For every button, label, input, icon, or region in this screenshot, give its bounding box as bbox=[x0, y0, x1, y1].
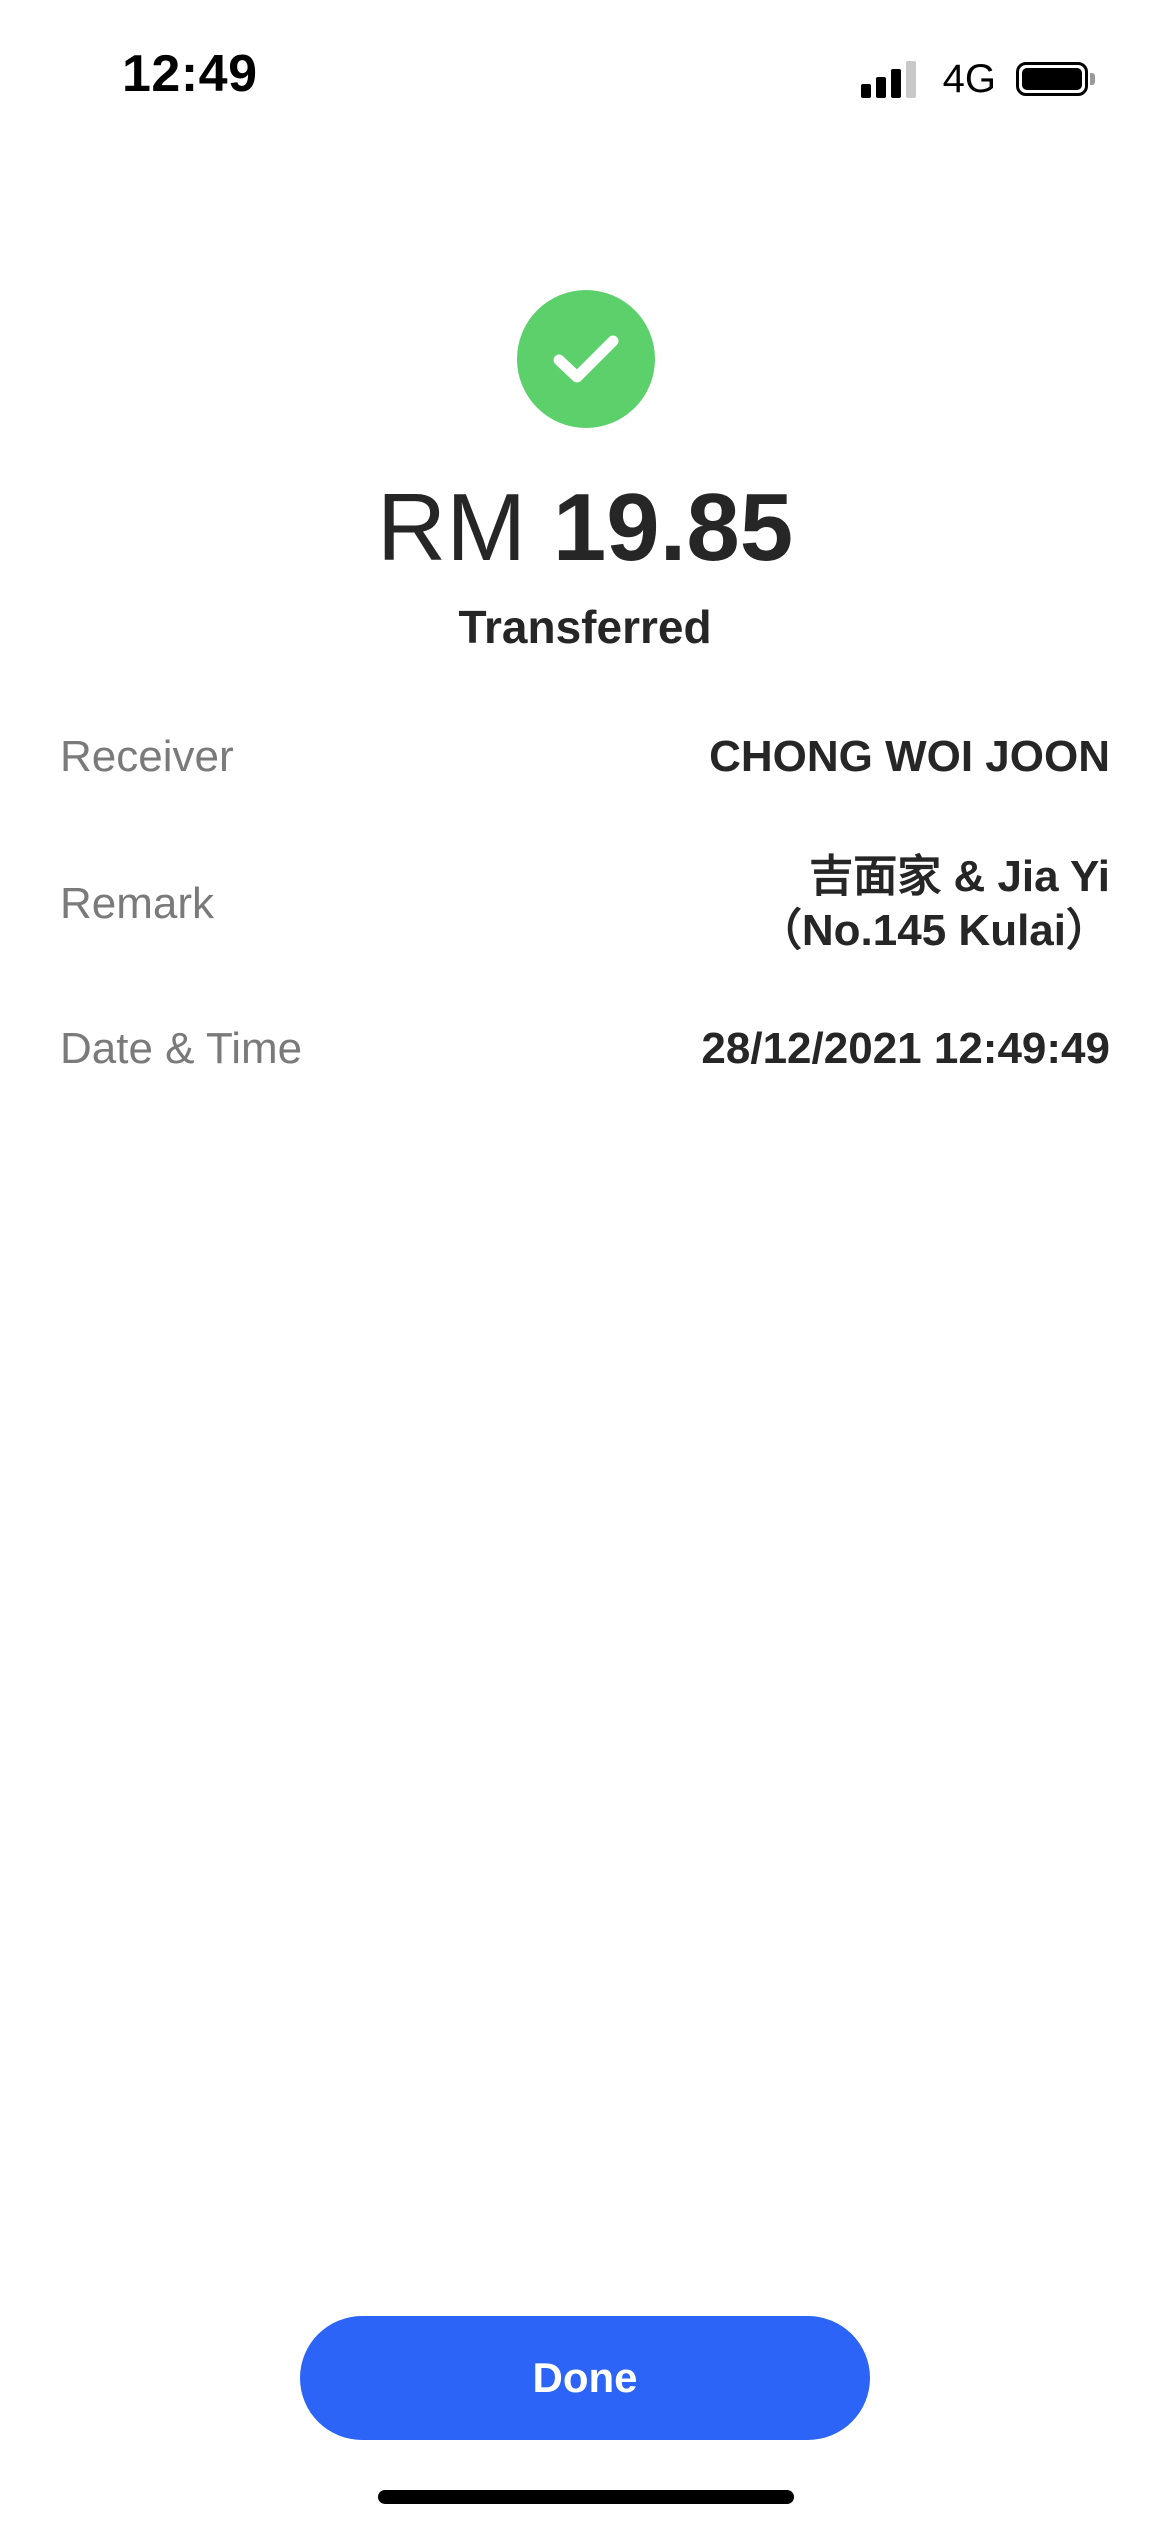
receiver-value: CHONG WOI JOON bbox=[709, 732, 1110, 781]
datetime-label: Date & Time bbox=[60, 1024, 303, 1073]
checkmark-icon bbox=[553, 335, 619, 383]
status-time: 12:49 bbox=[122, 45, 258, 103]
status-indicators: 4G bbox=[860, 54, 1095, 104]
remark-value: 吉面家 & Jia Yi （No.145 Kulai） bbox=[758, 850, 1110, 958]
remark-row: Remark 吉面家 & Jia Yi （No.145 Kulai） bbox=[60, 850, 1110, 958]
signal-icon bbox=[860, 60, 921, 98]
check-circle-icon bbox=[517, 290, 655, 428]
battery-icon bbox=[1016, 62, 1088, 96]
receiver-row: Receiver CHONG WOI JOON bbox=[60, 730, 1110, 784]
network-type: 4G bbox=[942, 56, 996, 101]
datetime-row: Date & Time 28/12/2021 12:49:49 bbox=[60, 1022, 1110, 1076]
receiver-label: Receiver bbox=[60, 732, 234, 781]
amount-value: 19.85 bbox=[552, 474, 794, 581]
transfer-status: Transferred bbox=[458, 601, 712, 653]
remark-label: Remark bbox=[60, 879, 215, 928]
amount-currency: RM bbox=[376, 474, 527, 581]
home-indicator[interactable] bbox=[378, 2490, 794, 2504]
status-bar: 12:49 4G bbox=[0, 0, 1170, 150]
battery-tip bbox=[1090, 73, 1095, 85]
done-button[interactable]: Done bbox=[300, 2316, 870, 2440]
datetime-value: 28/12/2021 12:49:49 bbox=[701, 1024, 1110, 1073]
remark-line-2: （No.145 Kulai） bbox=[757, 906, 1110, 955]
transfer-amount: RM 19.85 bbox=[0, 468, 1170, 588]
remark-line-1: 吉面家 & Jia Yi bbox=[809, 852, 1110, 901]
